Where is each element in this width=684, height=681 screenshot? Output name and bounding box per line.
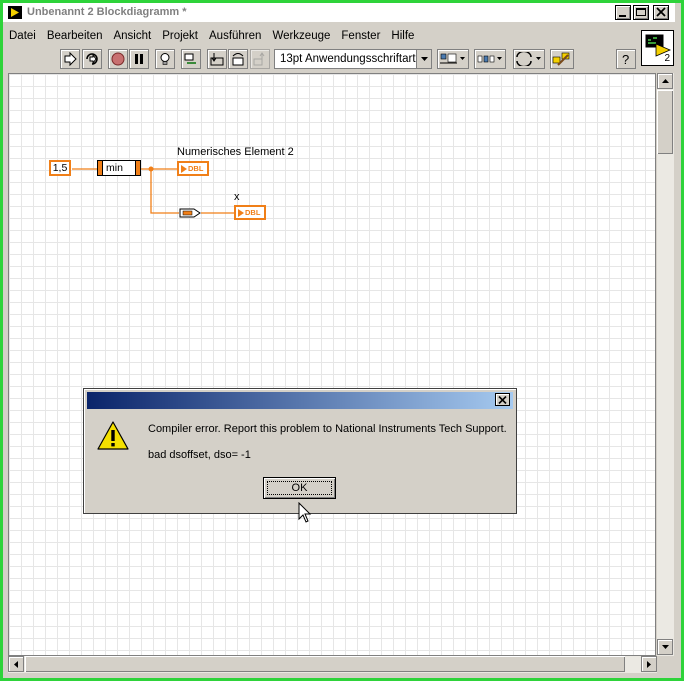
menu-ausfuehren[interactable]: Ausführen: [203, 30, 266, 42]
distribute-objects-button[interactable]: [474, 49, 506, 69]
vertical-scrollbar[interactable]: [657, 73, 674, 656]
step-out-icon: [253, 52, 265, 66]
to-double-conversion-node[interactable]: [179, 207, 201, 219]
run-button[interactable]: [60, 49, 80, 69]
scroll-up-button[interactable]: [657, 73, 673, 89]
scroll-left-button[interactable]: [8, 656, 24, 672]
retain-wire-values-icon: [184, 53, 196, 64]
horizontal-scrollbar[interactable]: [8, 656, 657, 673]
toolbar: 13pt Anwendungsschriftart ?: [3, 47, 639, 72]
minimize-icon: [619, 15, 626, 17]
pause-icon: [135, 54, 143, 64]
step-into-button[interactable]: [207, 49, 227, 69]
menu-datei[interactable]: Datei: [3, 30, 41, 42]
indicator-1-label: Numerisches Element 2: [177, 146, 294, 158]
run-icon: [64, 52, 77, 66]
distribute-objects-icon: [477, 55, 502, 63]
step-over-icon: [232, 53, 244, 66]
arrow-left-icon: [14, 660, 18, 668]
window-title: Unbenannt 2 Blockdiagramm *: [27, 6, 187, 18]
arrow-down-icon: [661, 645, 669, 649]
vertical-scroll-thumb[interactable]: [657, 90, 673, 154]
dialog-message: Compiler error. Report this problem to N…: [148, 423, 507, 435]
run-continuously-icon: [86, 53, 98, 65]
min-function-node[interactable]: min: [97, 160, 141, 176]
context-help-button[interactable]: ?: [616, 49, 636, 69]
menu-fenster[interactable]: Fenster: [335, 30, 385, 42]
reorder-icon: [516, 52, 541, 66]
chevron-down-icon: [420, 57, 428, 61]
context-help-icon: ?: [622, 52, 629, 67]
min-node-right-terminal: [135, 161, 140, 175]
highlight-execution-icon: [160, 53, 170, 65]
indicator-arrow-icon: [181, 164, 187, 173]
menu-ansicht[interactable]: Ansicht: [107, 30, 156, 42]
align-objects-button[interactable]: [437, 49, 469, 69]
pause-button[interactable]: [129, 49, 149, 69]
font-select-value: 13pt Anwendungsschriftart: [280, 53, 416, 65]
min-node-label: min: [106, 162, 123, 174]
indicator-arrow-icon: [238, 208, 244, 217]
step-into-icon: [210, 53, 224, 66]
labview-app-icon: [8, 6, 22, 19]
vi-icon-number: 2: [664, 53, 670, 64]
abort-button[interactable]: [108, 49, 128, 69]
cleanup-diagram-icon: [552, 52, 570, 66]
svg-text:?: ?: [622, 52, 629, 67]
dialog-detail: bad dsoffset, dso= -1: [148, 449, 251, 461]
abort-icon: [111, 52, 125, 66]
reorder-button[interactable]: [513, 49, 545, 69]
menu-bearbeiten[interactable]: Bearbeiten: [41, 30, 108, 42]
close-icon: [498, 395, 507, 404]
cleanup-diagram-button[interactable]: [550, 49, 574, 69]
step-over-button[interactable]: [228, 49, 248, 69]
numeric-constant-value: 1,5: [52, 162, 68, 174]
font-select[interactable]: 13pt Anwendungsschriftart: [274, 49, 432, 69]
horizontal-scroll-thumb[interactable]: [25, 656, 625, 672]
indicator-2-type: DBL: [245, 208, 261, 217]
arrow-right-icon: [647, 660, 651, 668]
ok-button[interactable]: OK: [263, 477, 336, 499]
menu-werkzeuge[interactable]: Werkzeuge: [266, 30, 335, 42]
vi-icon[interactable]: 2: [641, 30, 674, 66]
indicator-1-terminal[interactable]: DBL: [177, 161, 209, 176]
menu-projekt[interactable]: Projekt: [156, 30, 203, 42]
maximize-icon: [636, 8, 646, 16]
close-button[interactable]: [653, 5, 669, 20]
conversion-node-icon: [179, 208, 201, 218]
warning-icon: [97, 421, 129, 450]
arrow-up-icon: [661, 79, 669, 83]
indicator-1-type: DBL: [188, 164, 204, 173]
run-continuously-button[interactable]: [82, 49, 102, 69]
scroll-right-button[interactable]: [641, 656, 657, 672]
align-objects-icon: [440, 53, 465, 64]
menu-hilfe[interactable]: Hilfe: [385, 30, 419, 42]
menu-bar: Datei Bearbeiten Ansicht Projekt Ausführ…: [3, 26, 419, 46]
maximize-button[interactable]: [633, 5, 649, 20]
mouse-cursor-icon: [298, 502, 312, 523]
indicator-2-label: x: [234, 191, 240, 203]
dialog-title-bar[interactable]: [87, 392, 513, 409]
minimize-button[interactable]: [615, 5, 631, 20]
title-bar[interactable]: Unbenannt 2 Blockdiagramm *: [3, 3, 675, 22]
retain-wire-values-button[interactable]: [181, 49, 201, 69]
indicator-2-terminal[interactable]: DBL: [234, 205, 266, 220]
font-dropdown-arrow[interactable]: [416, 50, 431, 68]
compiler-error-dialog: Compiler error. Report this problem to N…: [83, 388, 517, 514]
step-out-button[interactable]: [250, 49, 270, 69]
highlight-execution-button[interactable]: [155, 49, 175, 69]
ok-button-label: OK: [266, 481, 333, 495]
block-diagram-canvas[interactable]: 1,5 min Numerisches Element 2 DBL x DBL: [8, 73, 656, 656]
size-grip[interactable]: [657, 656, 674, 673]
dialog-close-button[interactable]: [495, 393, 510, 406]
scroll-down-button[interactable]: [657, 639, 673, 655]
numeric-constant[interactable]: 1,5: [49, 160, 71, 176]
close-icon: [656, 7, 666, 17]
